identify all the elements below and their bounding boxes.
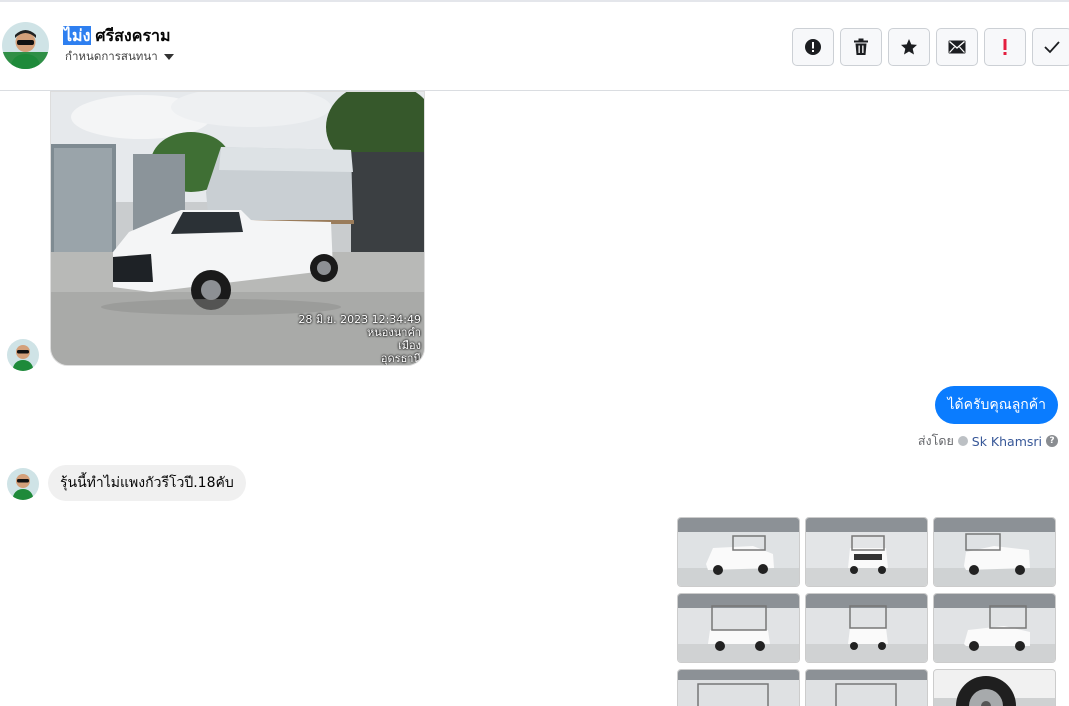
checkmark-icon [1044,41,1060,54]
truck-thumbnail[interactable] [677,669,800,706]
trash-icon [854,38,868,55]
wheel-thumbnail[interactable] [933,669,1056,706]
outgoing-message-bubble[interactable]: ได้ครับคุณลูกค้า [935,386,1058,424]
photo-date: 28 มิ.ย. 2023 12:34:49 [298,313,421,326]
photo-timestamp-overlay: 28 มิ.ย. 2023 12:34:49 หนองนาคำ เมือง อุ… [298,313,421,365]
sent-check-icon [957,436,968,446]
spam-button[interactable] [792,28,834,66]
exclamation-icon [1003,39,1007,55]
assign-label: กำหนดการสนทนา [65,49,158,63]
truck-thumbnail[interactable] [805,517,928,587]
envelope-icon [948,40,966,54]
star-button[interactable] [888,28,930,66]
assign-conversation-dropdown[interactable]: กำหนดการสนทนา [65,48,174,66]
delete-button[interactable] [840,28,882,66]
message-thread[interactable]: 28 มิ.ย. 2023 12:34:49 หนองนาคำ เมือง อุ… [0,91,1069,706]
mark-unread-button[interactable] [936,28,978,66]
avatar[interactable] [7,468,39,500]
star-icon [901,39,917,55]
photo-location-1: หนองนาคำ [367,326,421,339]
truck-thumbnail[interactable] [933,593,1056,663]
avatar[interactable] [2,22,49,69]
sent-by-name[interactable]: Sk Khamsri [972,434,1042,449]
avatar[interactable] [7,339,39,371]
photo-location-2: เมือง [398,339,421,352]
incoming-message-bubble[interactable]: รุ้นนี้ทำไม่แพงกัวรีโวปี.18คับ [48,465,246,501]
help-icon[interactable]: ? [1046,435,1058,447]
photo-location-3: อุดรธานี [380,352,421,365]
sent-by-prefix: ส่งโดย [917,433,954,448]
chevron-down-icon [163,54,174,60]
follow-up-button[interactable] [984,28,1026,66]
sent-by-line: ส่งโดย Sk Khamsri ? [918,431,1058,451]
alert-circle-icon [805,39,821,55]
mark-done-button[interactable] [1032,28,1069,66]
contact-name: ไม่ง ศรีสงคราม [63,24,171,49]
truck-thumbnail[interactable] [933,517,1056,587]
contact-name-highlight: ไม่ง [63,26,92,45]
truck-thumbnail[interactable] [805,593,928,663]
truck-thumbnail[interactable] [677,517,800,587]
truck-thumbnail[interactable] [805,669,928,706]
truck-photo-attachment[interactable]: 28 มิ.ย. 2023 12:34:49 หนองนาคำ เมือง อุ… [50,91,425,366]
truck-thumbnail[interactable] [677,593,800,663]
contact-name-rest: ศรีสงคราม [95,26,171,45]
conversation-header: ไม่ง ศรีสงคราม กำหนดการสนทนา [0,2,1069,91]
